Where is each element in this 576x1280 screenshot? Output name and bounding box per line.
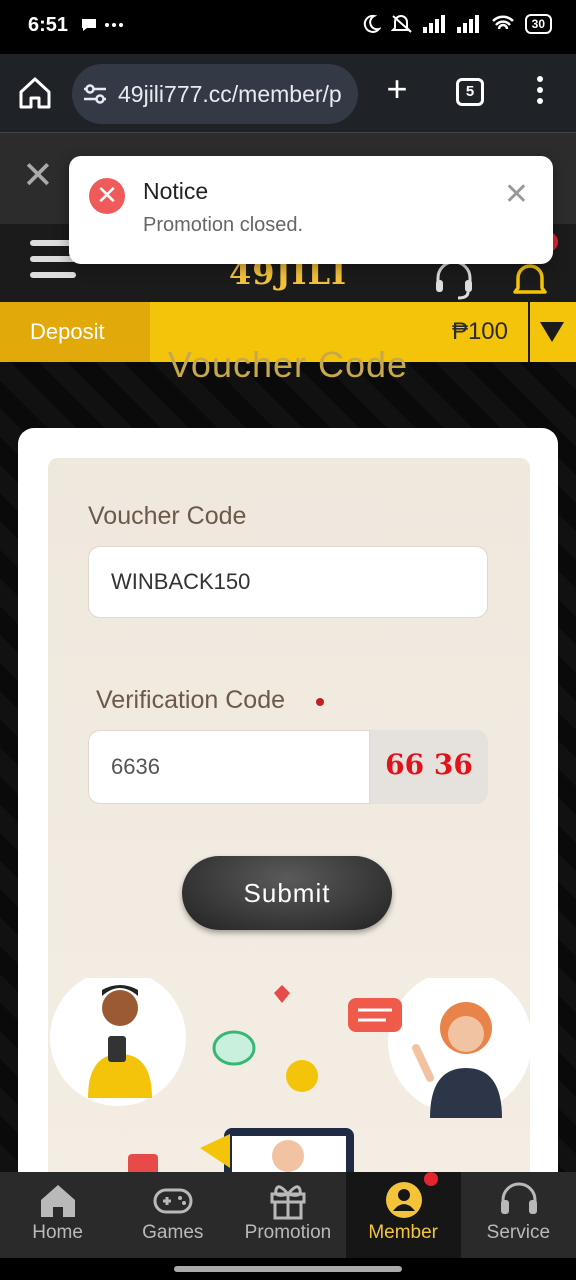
nav-home[interactable]: Home bbox=[0, 1172, 115, 1258]
nav-games[interactable]: Games bbox=[115, 1172, 230, 1258]
customer-service-icon[interactable] bbox=[432, 260, 476, 300]
support-illustration bbox=[50, 978, 530, 1188]
browser-toolbar: 49jili777.cc/member/p + 5 bbox=[0, 54, 576, 132]
status-time: 6:51 bbox=[28, 14, 69, 36]
chevron-down-icon[interactable] bbox=[540, 322, 564, 342]
gift-icon bbox=[270, 1185, 306, 1220]
gamepad-icon bbox=[153, 1188, 193, 1214]
browser-menu-icon[interactable] bbox=[530, 76, 550, 108]
more-dots-icon bbox=[105, 23, 124, 28]
member-badge bbox=[424, 1172, 438, 1186]
status-right-icons: 30 bbox=[361, 14, 552, 34]
nav-home-label: Home bbox=[32, 1222, 83, 1243]
status-bar: 6:51 30 bbox=[0, 0, 576, 54]
notification-icons bbox=[80, 14, 125, 35]
verification-code-input[interactable]: 6636 bbox=[88, 730, 370, 804]
chat-bubble-icon bbox=[82, 19, 96, 32]
tab-switcher-button[interactable]: 5 bbox=[456, 78, 484, 106]
notice-toast: ✕ Notice Promotion closed. ✕ bbox=[69, 156, 553, 264]
voucher-form: Voucher Code WINBACK150 Verification Cod… bbox=[48, 458, 530, 1188]
signal-icon bbox=[422, 15, 445, 33]
page-title: Voucher Code bbox=[167, 344, 409, 385]
new-tab-button[interactable]: + bbox=[380, 71, 414, 108]
close-banner-icon[interactable]: ✕ bbox=[22, 157, 54, 195]
nav-promotion[interactable]: Promotion bbox=[230, 1172, 345, 1258]
mute-icon bbox=[390, 15, 412, 33]
nav-service-label: Service bbox=[486, 1222, 551, 1243]
close-icon[interactable]: ✕ bbox=[504, 180, 529, 210]
nav-member-label: Member bbox=[368, 1222, 438, 1243]
bell-icon[interactable] bbox=[510, 258, 550, 298]
voucher-code-input[interactable]: WINBACK150 bbox=[88, 546, 488, 618]
moon-icon bbox=[363, 14, 381, 33]
home-icon[interactable] bbox=[16, 74, 54, 112]
captcha-image[interactable]: 66 36 bbox=[370, 730, 488, 804]
required-indicator bbox=[316, 698, 324, 706]
nav-games-label: Games bbox=[142, 1222, 204, 1243]
nav-service[interactable]: Service bbox=[461, 1172, 576, 1258]
signal-icon-2 bbox=[456, 15, 479, 33]
gesture-bar bbox=[0, 1258, 576, 1280]
wifi-icon bbox=[491, 15, 514, 30]
submit-button[interactable]: Submit bbox=[182, 856, 392, 930]
url-text: 49jili777.cc/member/p bbox=[118, 81, 342, 107]
nav-promotion-label: Promotion bbox=[244, 1222, 332, 1243]
nav-member[interactable]: Member bbox=[345, 1172, 461, 1258]
notice-title: Notice bbox=[143, 178, 209, 204]
site-settings-icon[interactable] bbox=[82, 82, 108, 106]
member-icon bbox=[385, 1182, 422, 1218]
home-icon bbox=[41, 1185, 75, 1217]
bottom-navigation: Home Games Promotion Member Service bbox=[0, 1172, 576, 1258]
voucher-code-label: Voucher Code bbox=[88, 502, 247, 530]
headset-icon bbox=[500, 1182, 537, 1214]
battery-icon: 30 bbox=[524, 14, 552, 34]
error-icon: ✕ bbox=[89, 178, 125, 214]
notice-message: Promotion closed. bbox=[143, 214, 304, 236]
verification-code-label: Verification Code bbox=[96, 686, 286, 714]
address-bar[interactable]: 49jili777.cc/member/p bbox=[72, 64, 358, 124]
voucher-card: Voucher Code WINBACK150 Verification Cod… bbox=[18, 428, 558, 1188]
wallet-balance: ₱100 bbox=[451, 318, 508, 345]
